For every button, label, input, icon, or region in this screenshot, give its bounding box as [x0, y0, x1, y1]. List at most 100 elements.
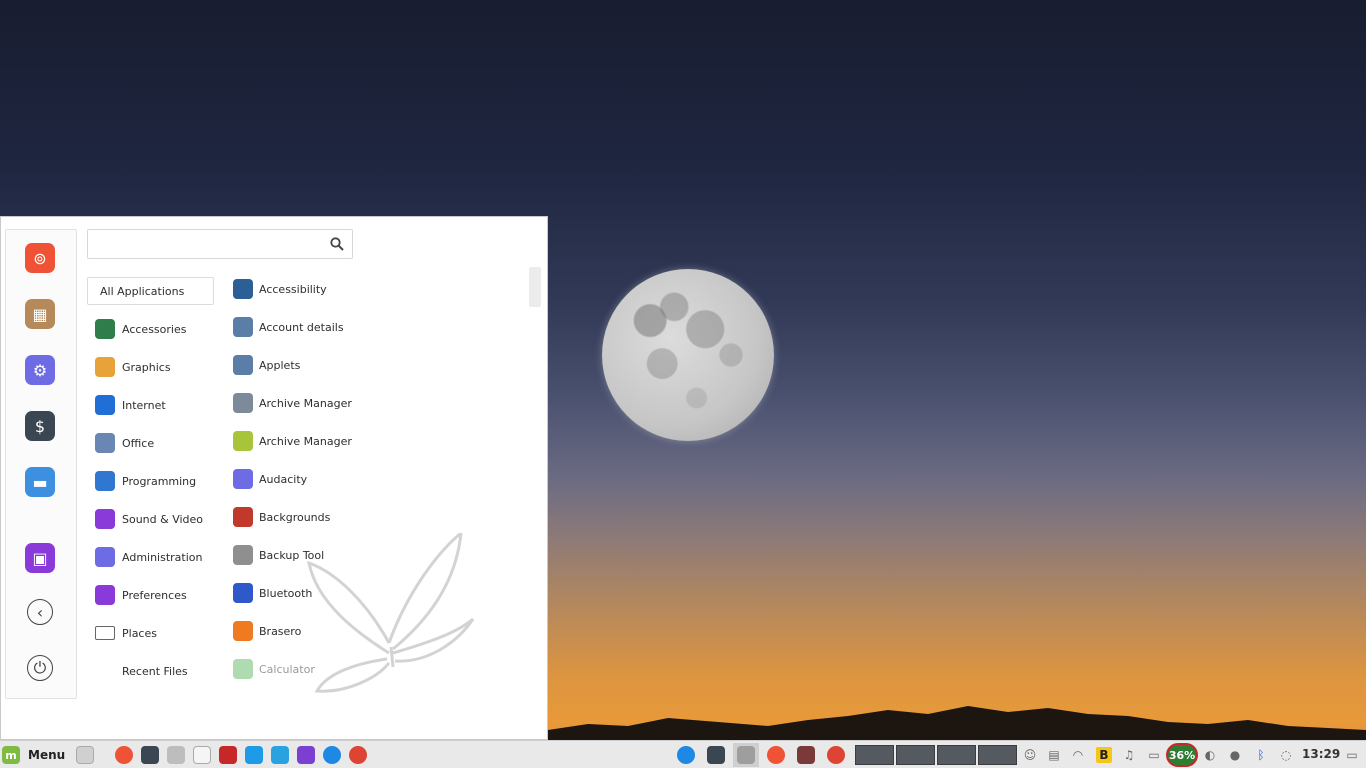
taskbar-window-button[interactable] [793, 743, 819, 767]
launcher-chrome-icon[interactable] [349, 746, 367, 764]
workspace-1[interactable] [855, 745, 894, 765]
category-accessories[interactable]: Accessories [87, 315, 214, 343]
app-label: Audacity [259, 472, 308, 486]
category-places[interactable]: Places [87, 619, 214, 647]
blogger-icon[interactable]: B [1096, 747, 1112, 763]
archive-manager-alt-icon [233, 431, 253, 451]
launcher-sync-icon[interactable] [271, 746, 289, 764]
category-label: Recent Files [122, 664, 188, 678]
butterfly-watermark [307, 533, 475, 693]
category-recent-files[interactable]: Recent Files [87, 657, 214, 685]
category-preferences[interactable]: Preferences [87, 581, 214, 609]
battery-percent-indicator[interactable]: 36% [1166, 743, 1198, 767]
category-graphics[interactable]: Graphics [87, 353, 214, 381]
taskbar-window-button[interactable] [763, 743, 789, 767]
app-item-applets[interactable]: Applets [231, 351, 521, 379]
category-administration[interactable]: Administration [87, 543, 214, 571]
category-label: Programming [122, 474, 197, 488]
launcher-network-tool-icon[interactable] [219, 746, 237, 764]
launcher-show-desktop-icon[interactable] [76, 746, 94, 764]
mountain-silhouette [548, 706, 1366, 740]
category-internet[interactable]: Internet [87, 391, 214, 419]
search-input[interactable] [88, 230, 318, 258]
removable-drives-icon[interactable]: ▤ [1046, 747, 1062, 763]
sound-icon[interactable]: ♫ [1121, 747, 1137, 763]
app-item-backgrounds[interactable]: Backgrounds [231, 503, 521, 531]
launcher-cube-icon[interactable] [297, 746, 315, 764]
taskbar-window-button[interactable] [823, 743, 849, 767]
archive-manager-icon [233, 393, 253, 413]
accessories-icon [95, 319, 115, 339]
app-item-audacity[interactable]: Audacity [231, 465, 521, 493]
accessibility-icon [233, 279, 253, 299]
launcher-skype-icon[interactable] [323, 746, 341, 764]
menu-button[interactable]: m Menu [2, 745, 65, 765]
launcher-firefox-icon[interactable] [115, 746, 133, 764]
bluetooth-icon [233, 583, 253, 603]
wifi-icon[interactable]: ◠ [1070, 747, 1086, 763]
app-label: Archive Manager [259, 396, 352, 410]
app-item-archive-manager[interactable]: Archive Manager [231, 427, 521, 455]
category-label: Graphics [122, 360, 171, 374]
account-icon [233, 317, 253, 337]
category-sound-video[interactable]: Sound & Video [87, 505, 214, 533]
applets-icon [233, 355, 253, 375]
application-menu: ⊚ ▦ ⚙ $ ▬ ▣ ‹ ⏻ All Applications Accessories Grap… [0, 216, 548, 740]
mint-logo-icon: m [2, 746, 20, 764]
show-desktop-icon[interactable]: ▭ [1344, 747, 1360, 763]
brasero-icon [233, 621, 253, 641]
launcher-text-editor-icon[interactable] [193, 746, 211, 764]
workspace-4[interactable] [978, 745, 1017, 765]
taskbar-window-button[interactable] [733, 743, 759, 767]
app-label: Archive Manager [259, 434, 352, 448]
logout-icon[interactable]: ‹ [27, 599, 53, 625]
night-light-icon[interactable]: ◐ [1202, 747, 1218, 763]
window-terminal-icon [707, 746, 725, 764]
category-label: Places [122, 626, 157, 640]
category-label: Sound & Video [122, 512, 204, 526]
taskbar-window-button[interactable] [673, 743, 699, 767]
launcher-terminal-icon[interactable] [141, 746, 159, 764]
taskbar-window-button[interactable] [703, 743, 729, 767]
bluetooth-icon[interactable]: ᛒ [1253, 747, 1269, 763]
audacity-icon [233, 469, 253, 489]
app-list-scrollbar[interactable] [529, 267, 541, 307]
battery-tray-icon[interactable]: ▭ [1146, 747, 1162, 763]
sound-video-icon [95, 509, 115, 529]
window-chrome-icon [827, 746, 845, 764]
launcher-notes-icon[interactable] [245, 746, 263, 764]
window-app-icon [797, 746, 815, 764]
terminal-icon[interactable]: $ [25, 411, 55, 441]
launcher-files-icon[interactable] [167, 746, 185, 764]
search-icon[interactable] [330, 237, 344, 251]
category-label: Administration [122, 550, 203, 564]
app-item-account-details[interactable]: Account details [231, 313, 521, 341]
category-all-applications[interactable]: All Applications [87, 277, 214, 305]
app-label: Applets [259, 358, 301, 372]
category-programming[interactable]: Programming [87, 467, 214, 495]
app-label: Account details [259, 320, 344, 334]
firefox-icon[interactable]: ⊚ [25, 243, 55, 273]
category-label: Office [122, 436, 155, 450]
user-icon[interactable]: ☺ [1022, 747, 1038, 763]
category-office[interactable]: Office [87, 429, 214, 457]
category-label: All Applications [100, 284, 185, 298]
clock[interactable]: 13:29 [1302, 747, 1340, 761]
shutdown-icon[interactable]: ⏻ [27, 655, 53, 681]
network-status-icon[interactable]: ● [1227, 747, 1243, 763]
settings-icon[interactable]: ⚙ [25, 355, 55, 385]
window-network-icon [677, 746, 695, 764]
files-icon[interactable]: ▬ [25, 467, 55, 497]
notifications-icon[interactable]: ◌ [1278, 747, 1294, 763]
lock-screen-icon[interactable]: ▣ [25, 543, 55, 573]
graphics-icon [95, 357, 115, 377]
preferences-icon [95, 585, 115, 605]
workspace-3[interactable] [937, 745, 976, 765]
search-box[interactable] [87, 229, 353, 259]
workspace-2[interactable] [896, 745, 935, 765]
package-installer-icon[interactable]: ▦ [25, 299, 55, 329]
programming-icon [95, 471, 115, 491]
internet-icon [95, 395, 115, 415]
app-item-accessibility[interactable]: Accessibility [231, 275, 521, 303]
app-item-archive-manager[interactable]: Archive Manager [231, 389, 521, 417]
